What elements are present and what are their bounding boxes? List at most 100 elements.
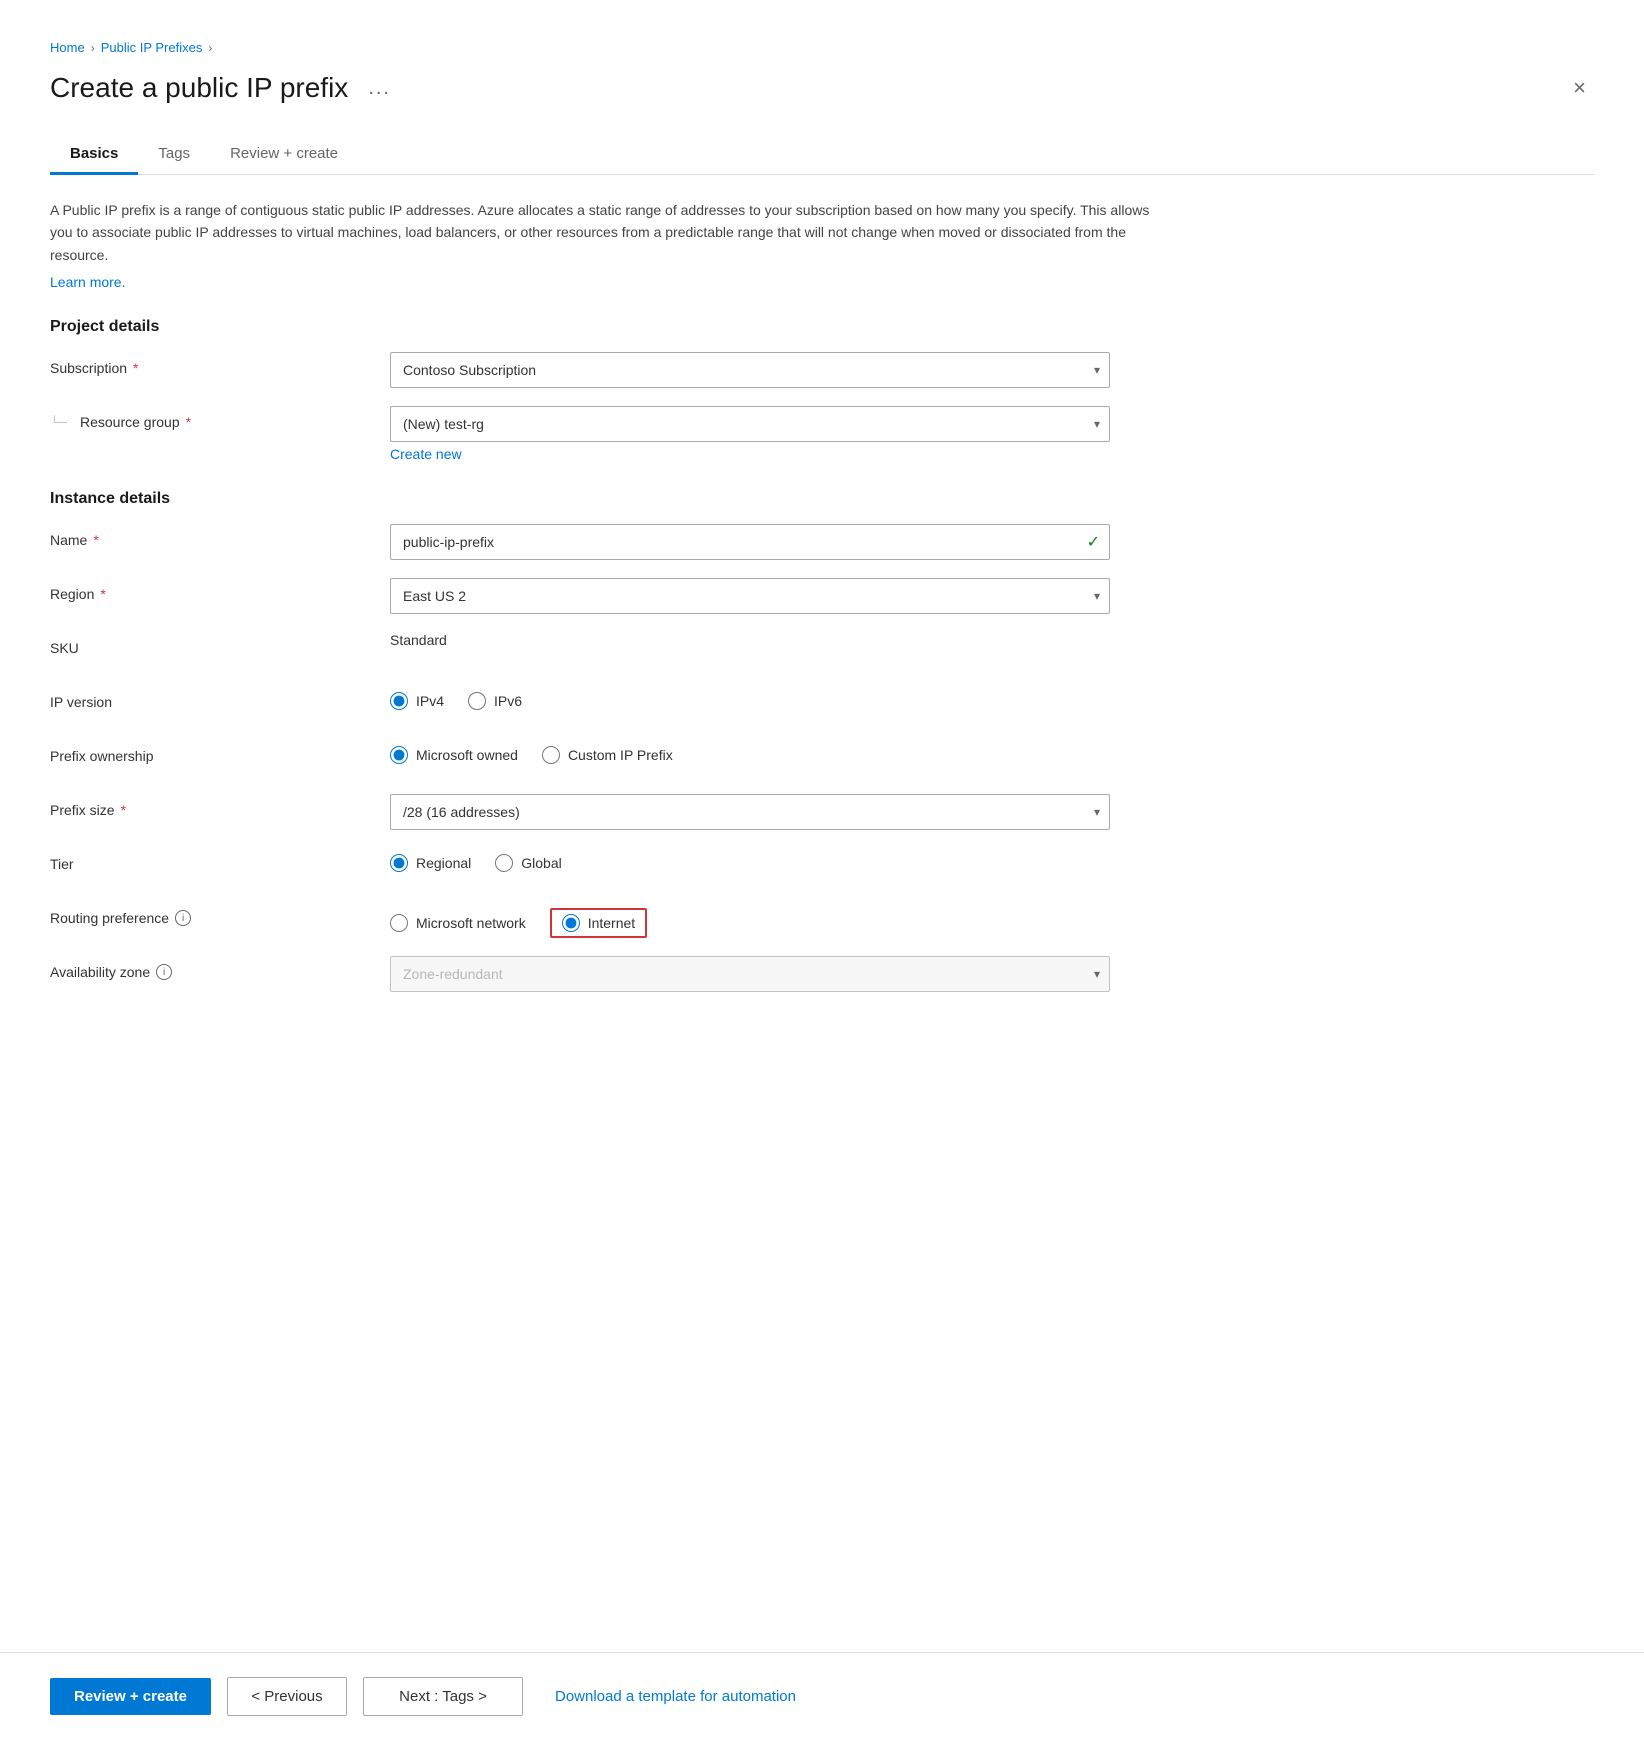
- breadcrumb-home[interactable]: Home: [50, 40, 85, 55]
- name-control: ✓: [390, 524, 1110, 560]
- ellipsis-button[interactable]: ...: [360, 73, 399, 104]
- breadcrumb-parent[interactable]: Public IP Prefixes: [101, 40, 203, 55]
- breadcrumb-sep2: ›: [208, 41, 212, 55]
- page-header: Create a public IP prefix ... ×: [50, 71, 1594, 105]
- sku-row: SKU Standard: [50, 632, 1594, 668]
- name-input-wrapper: ✓: [390, 524, 1110, 560]
- routing-preference-control: Microsoft network Internet: [390, 902, 1110, 938]
- tier-control: Regional Global: [390, 848, 1110, 872]
- tier-radio-group: Regional Global: [390, 848, 1110, 872]
- prefix-ownership-radio-group: Microsoft owned Custom IP Prefix: [390, 740, 1110, 764]
- prefix-ownership-custom-radio[interactable]: [542, 746, 560, 764]
- ip-version-ipv6-radio[interactable]: [468, 692, 486, 710]
- description-text: A Public IP prefix is a range of contigu…: [50, 199, 1150, 266]
- prefix-ownership-row: Prefix ownership Microsoft owned Custom …: [50, 740, 1594, 776]
- subscription-select-wrapper: Contoso Subscription ▾: [390, 352, 1110, 388]
- breadcrumb-sep1: ›: [91, 41, 95, 55]
- region-label: Region *: [50, 578, 390, 602]
- prefix-size-select-wrapper: /28 (16 addresses) ▾: [390, 794, 1110, 830]
- tier-row: Tier Regional Global: [50, 848, 1594, 884]
- availability-zone-row: Availability zone i Zone-redundant ▾: [50, 956, 1594, 992]
- routing-internet-radio[interactable]: [562, 914, 580, 932]
- ip-version-ipv4-label: IPv4: [416, 693, 444, 709]
- prefix-ownership-custom-label: Custom IP Prefix: [568, 747, 673, 763]
- prefix-size-label: Prefix size *: [50, 794, 390, 818]
- availability-zone-info-icon[interactable]: i: [156, 964, 172, 980]
- section-project-details: Project details: [50, 318, 1594, 336]
- routing-internet-option[interactable]: Internet: [562, 914, 635, 932]
- prefix-size-row: Prefix size * /28 (16 addresses) ▾: [50, 794, 1594, 830]
- tier-regional-radio[interactable]: [390, 854, 408, 872]
- next-button[interactable]: Next : Tags >: [363, 1677, 523, 1716]
- breadcrumb: Home › Public IP Prefixes ›: [50, 20, 1594, 55]
- tier-global-label: Global: [521, 855, 561, 871]
- region-required: *: [100, 586, 105, 602]
- region-select[interactable]: East US 2: [390, 578, 1110, 614]
- resource-group-row: └─ Resource group * (New) test-rg ▾ Crea…: [50, 406, 1594, 462]
- ip-version-label: IP version: [50, 686, 390, 710]
- page-title-area: Create a public IP prefix ...: [50, 72, 399, 104]
- ip-version-ipv4-radio[interactable]: [390, 692, 408, 710]
- resource-group-select[interactable]: (New) test-rg: [390, 406, 1110, 442]
- ip-version-ipv4-option[interactable]: IPv4: [390, 692, 444, 710]
- prefix-ownership-label: Prefix ownership: [50, 740, 390, 764]
- prefix-ownership-microsoft-label: Microsoft owned: [416, 747, 518, 763]
- previous-button[interactable]: < Previous: [227, 1677, 347, 1716]
- prefix-size-required: *: [121, 802, 126, 818]
- tabs-container: Basics Tags Review + create: [50, 135, 1594, 175]
- automation-link[interactable]: Download a template for automation: [555, 1688, 796, 1705]
- learn-more-link[interactable]: Learn more.: [50, 274, 125, 290]
- routing-preference-radio-group: Microsoft network Internet: [390, 902, 1110, 938]
- resource-group-control: (New) test-rg ▾ Create new: [390, 406, 1110, 462]
- close-button[interactable]: ×: [1565, 71, 1594, 105]
- name-row: Name * ✓: [50, 524, 1594, 560]
- subscription-required: *: [133, 360, 138, 376]
- routing-microsoft-label: Microsoft network: [416, 915, 526, 931]
- region-row: Region * East US 2 ▾: [50, 578, 1594, 614]
- section-instance-details: Instance details: [50, 490, 1594, 508]
- subscription-select[interactable]: Contoso Subscription: [390, 352, 1110, 388]
- name-required: *: [93, 532, 98, 548]
- name-check-icon: ✓: [1087, 532, 1100, 552]
- resource-group-select-wrapper: (New) test-rg ▾: [390, 406, 1110, 442]
- prefix-ownership-custom-option[interactable]: Custom IP Prefix: [542, 746, 673, 764]
- ip-version-radio-group: IPv4 IPv6: [390, 686, 1110, 710]
- routing-internet-highlight: Internet: [550, 908, 647, 938]
- region-control: East US 2 ▾: [390, 578, 1110, 614]
- tier-label: Tier: [50, 848, 390, 872]
- prefix-ownership-microsoft-option[interactable]: Microsoft owned: [390, 746, 518, 764]
- subscription-label: Subscription *: [50, 352, 390, 376]
- tier-regional-label: Regional: [416, 855, 471, 871]
- availability-zone-control: Zone-redundant ▾: [390, 956, 1110, 992]
- routing-microsoft-option[interactable]: Microsoft network: [390, 914, 526, 932]
- main-content: Home › Public IP Prefixes › Create a pub…: [0, 0, 1644, 1652]
- tab-basics[interactable]: Basics: [50, 135, 138, 175]
- name-label: Name *: [50, 524, 390, 548]
- availability-zone-select[interactable]: Zone-redundant: [390, 956, 1110, 992]
- create-new-link[interactable]: Create new: [390, 446, 1110, 462]
- routing-preference-info-icon[interactable]: i: [175, 910, 191, 926]
- availability-zone-select-wrapper: Zone-redundant ▾: [390, 956, 1110, 992]
- prefix-ownership-microsoft-radio[interactable]: [390, 746, 408, 764]
- ip-version-ipv6-option[interactable]: IPv6: [468, 692, 522, 710]
- availability-zone-label: Availability zone i: [50, 956, 390, 980]
- ip-version-control: IPv4 IPv6: [390, 686, 1110, 710]
- routing-microsoft-radio[interactable]: [390, 914, 408, 932]
- name-input[interactable]: [390, 524, 1110, 560]
- tier-global-option[interactable]: Global: [495, 854, 561, 872]
- region-select-wrapper: East US 2 ▾: [390, 578, 1110, 614]
- routing-internet-label: Internet: [588, 915, 635, 931]
- tier-regional-option[interactable]: Regional: [390, 854, 471, 872]
- prefix-ownership-control: Microsoft owned Custom IP Prefix: [390, 740, 1110, 764]
- subscription-control: Contoso Subscription ▾: [390, 352, 1110, 388]
- resource-group-label: └─ Resource group *: [50, 406, 390, 430]
- review-create-button[interactable]: Review + create: [50, 1678, 211, 1715]
- page-title: Create a public IP prefix: [50, 72, 348, 104]
- ip-version-row: IP version IPv4 IPv6: [50, 686, 1594, 722]
- subscription-row: Subscription * Contoso Subscription ▾: [50, 352, 1594, 388]
- sku-value: Standard: [390, 632, 1110, 648]
- tab-review-create[interactable]: Review + create: [210, 135, 358, 175]
- tier-global-radio[interactable]: [495, 854, 513, 872]
- tab-tags[interactable]: Tags: [138, 135, 210, 175]
- prefix-size-select[interactable]: /28 (16 addresses): [390, 794, 1110, 830]
